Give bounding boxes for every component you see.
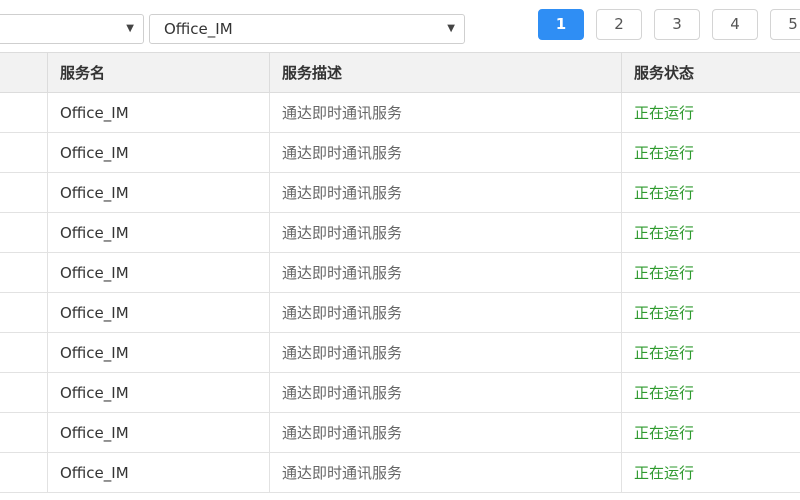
service-status-cell: 正在运行: [621, 172, 800, 213]
service-description-cell: 通达即时通讯服务: [269, 252, 622, 293]
column-header-service-name[interactable]: 服务名: [47, 52, 270, 93]
table-row[interactable]: Office_IM 通达即时通讯服务 正在运行: [0, 452, 800, 493]
service-description-cell: 通达即时通讯服务: [269, 452, 622, 493]
service-name-cell: Office_IM: [47, 292, 270, 333]
service-filter-select[interactable]: Office_IM ▼: [149, 14, 465, 44]
row-select-cell[interactable]: [0, 452, 48, 493]
service-description-cell: 通达即时通讯服务: [269, 412, 622, 453]
service-name-cell: Office_IM: [47, 332, 270, 373]
service-description-cell: 通达即时通讯服务: [269, 372, 622, 413]
table-row[interactable]: Office_IM 通达即时通讯服务 正在运行: [0, 372, 800, 413]
first-filter-select[interactable]: ▼: [0, 14, 144, 44]
service-status-cell: 正在运行: [621, 132, 800, 173]
service-status-cell: 正在运行: [621, 372, 800, 413]
row-select-cell[interactable]: [0, 332, 48, 373]
table-row[interactable]: Office_IM 通达即时通讯服务 正在运行: [0, 212, 800, 253]
column-header-service-description[interactable]: 服务描述: [269, 52, 622, 93]
page-button-4[interactable]: 4: [712, 9, 758, 40]
row-select-cell[interactable]: [0, 412, 48, 453]
service-status-cell: 正在运行: [621, 212, 800, 253]
service-description-cell: 通达即时通讯服务: [269, 132, 622, 173]
services-table: 服务名 服务描述 服务状态 Office_IM 通达即时通讯服务 正在运行 Of…: [0, 52, 800, 493]
row-select-cell[interactable]: [0, 132, 48, 173]
service-status-cell: 正在运行: [621, 412, 800, 453]
service-name-cell: Office_IM: [47, 252, 270, 293]
chevron-down-icon: ▼: [126, 23, 134, 34]
row-select-cell[interactable]: [0, 372, 48, 413]
table-row[interactable]: Office_IM 通达即时通讯服务 正在运行: [0, 292, 800, 333]
page-button-5[interactable]: 5: [770, 9, 800, 40]
table-header-row: 服务名 服务描述 服务状态: [0, 52, 800, 93]
table-row[interactable]: Office_IM 通达即时通讯服务 正在运行: [0, 92, 800, 133]
table-row[interactable]: Office_IM 通达即时通讯服务 正在运行: [0, 252, 800, 293]
row-select-cell[interactable]: [0, 212, 48, 253]
table-row[interactable]: Office_IM 通达即时通讯服务 正在运行: [0, 412, 800, 453]
column-header-service-status[interactable]: 服务状态: [621, 52, 800, 93]
row-select-cell[interactable]: [0, 92, 48, 133]
page-button-3[interactable]: 3: [654, 9, 700, 40]
service-description-cell: 通达即时通讯服务: [269, 172, 622, 213]
service-status-cell: 正在运行: [621, 252, 800, 293]
page-button-1[interactable]: 1: [538, 9, 584, 40]
table-row[interactable]: Office_IM 通达即时通讯服务 正在运行: [0, 172, 800, 213]
service-name-cell: Office_IM: [47, 212, 270, 253]
service-name-cell: Office_IM: [47, 452, 270, 493]
table-row[interactable]: Office_IM 通达即时通讯服务 正在运行: [0, 132, 800, 173]
page-button-2[interactable]: 2: [596, 9, 642, 40]
service-status-cell: 正在运行: [621, 292, 800, 333]
service-description-cell: 通达即时通讯服务: [269, 332, 622, 373]
service-description-cell: 通达即时通讯服务: [269, 212, 622, 253]
service-status-cell: 正在运行: [621, 452, 800, 493]
service-name-cell: Office_IM: [47, 172, 270, 213]
service-description-cell: 通达即时通讯服务: [269, 292, 622, 333]
service-name-cell: Office_IM: [47, 412, 270, 453]
row-select-cell[interactable]: [0, 252, 48, 293]
service-description-cell: 通达即时通讯服务: [269, 92, 622, 133]
service-name-cell: Office_IM: [47, 132, 270, 173]
pagination: 1 2 3 4 5: [538, 9, 800, 40]
chevron-down-icon: ▼: [447, 23, 455, 34]
service-status-cell: 正在运行: [621, 332, 800, 373]
table-row[interactable]: Office_IM 通达即时通讯服务 正在运行: [0, 332, 800, 373]
row-select-cell[interactable]: [0, 172, 48, 213]
service-name-cell: Office_IM: [47, 372, 270, 413]
column-header-select: [0, 52, 48, 93]
service-status-cell: 正在运行: [621, 92, 800, 133]
service-filter-value: Office_IM: [164, 20, 233, 38]
service-name-cell: Office_IM: [47, 92, 270, 133]
toolbar: ▼ Office_IM ▼ 1 2 3 4 5: [0, 0, 800, 52]
row-select-cell[interactable]: [0, 292, 48, 333]
